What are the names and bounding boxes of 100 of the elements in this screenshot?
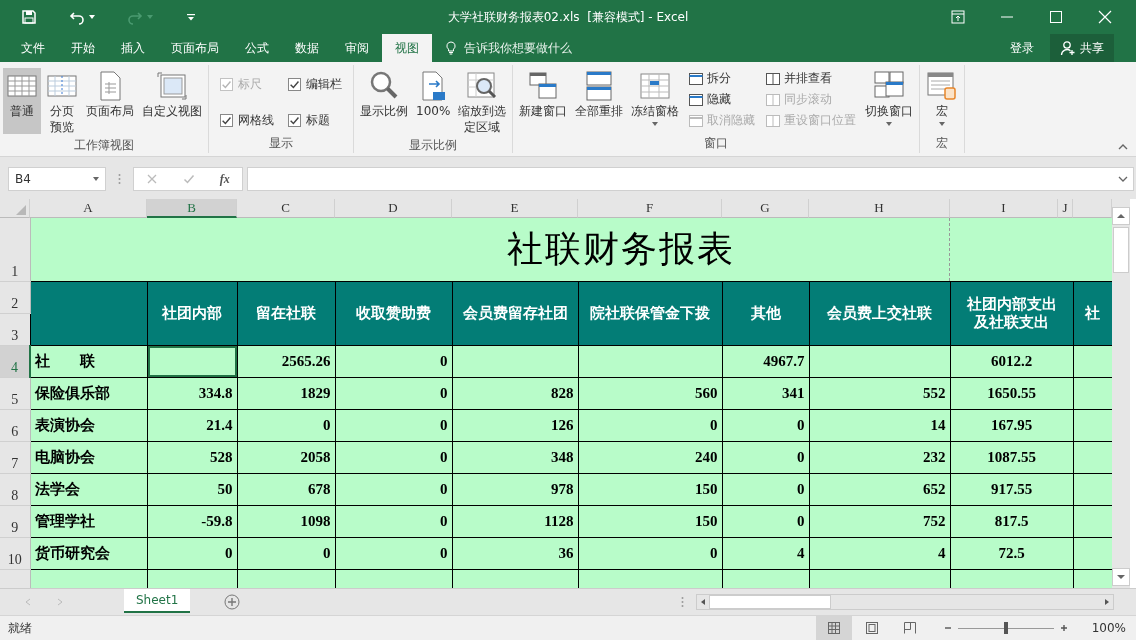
window-button[interactable]: 全部重排 (572, 68, 627, 134)
table-cell: 126 (452, 409, 578, 441)
window-title: 大学社联财务报表02.xls [兼容模式] - Excel (447, 8, 689, 26)
table-cell: 917.55 (950, 473, 1073, 505)
grip-icon[interactable] (118, 173, 121, 185)
row-number[interactable]: 9 (0, 505, 30, 537)
ribbon-tab[interactable]: 视图 (382, 34, 432, 62)
scroll-down-icon[interactable] (1112, 568, 1130, 586)
ribbon-tab[interactable]: 审阅 (332, 34, 382, 62)
person-add-icon (1060, 40, 1076, 56)
horizontal-scrollbar[interactable] (696, 594, 1114, 610)
check-icon[interactable] (183, 173, 195, 185)
table-cell: 528 (147, 441, 237, 473)
table-cell: 21.4 (147, 409, 237, 441)
caret-icon (652, 121, 659, 126)
view-button[interactable]: 分页预览 (43, 68, 81, 138)
row-number[interactable]: 1 (0, 218, 30, 281)
sheet-scroll-icon (926, 70, 959, 102)
row-number[interactable]: 7 (0, 441, 30, 473)
table-cell: 社 联 (30, 345, 147, 377)
row-number[interactable]: 6 (0, 409, 30, 441)
table-cell: 电脑协会 (30, 441, 147, 473)
table-cell: 240 (578, 441, 722, 473)
row-number[interactable]: 3 (0, 313, 30, 345)
table-cell: 0 (335, 473, 452, 505)
checkbox[interactable]: 网格线 (220, 111, 274, 129)
row-number[interactable]: 10 (0, 537, 30, 569)
grip-icon[interactable] (681, 596, 684, 608)
ribbon-tab[interactable]: 公式 (232, 34, 282, 62)
window-command[interactable]: 隐藏 (688, 91, 756, 108)
zoom-in-icon[interactable] (1059, 624, 1068, 632)
zoom-out-icon[interactable] (943, 624, 952, 632)
add-sheet-icon[interactable] (224, 594, 241, 610)
window-command[interactable]: 拆分 (688, 70, 756, 87)
share-button[interactable]: 共享 (1050, 34, 1114, 62)
view-button[interactable]: 普通 (3, 68, 41, 134)
table-cell: 0 (335, 345, 452, 377)
table-cell: 752 (809, 505, 950, 537)
window-command[interactable]: 并排查看 (765, 70, 857, 87)
expand-icon[interactable] (1118, 176, 1128, 182)
table-cell: 0 (722, 505, 809, 537)
scroll-thumb[interactable] (1113, 227, 1129, 273)
column-header[interactable]: B (147, 199, 237, 218)
checkbox[interactable]: 标题 (288, 111, 342, 129)
table-cell: 2058 (237, 441, 335, 473)
table-cell: 36 (452, 537, 578, 569)
scroll-up-icon[interactable] (1112, 207, 1130, 225)
sign-in-link[interactable]: 登录 (1010, 39, 1034, 57)
formula-field[interactable] (247, 167, 1134, 191)
freeze-panes-icon (639, 70, 672, 102)
status-text: 就绪 (8, 619, 32, 637)
table-cell: 0 (722, 441, 809, 473)
table-cell: 232 (809, 441, 950, 473)
switch-windows-button[interactable]: 切换窗口 (862, 68, 917, 134)
table-cell: 552 (809, 377, 950, 409)
table-cell: 1128 (452, 505, 578, 537)
normal-view-button[interactable] (815, 616, 852, 640)
sheet-title: 社联财务报表 (506, 228, 735, 269)
column-heading: 会员费上交社联 (809, 281, 950, 345)
page-break-icon (902, 621, 917, 635)
ribbon-tab[interactable]: 插入 (108, 34, 158, 62)
macros-button[interactable]: 宏 (923, 68, 962, 134)
row-number[interactable]: 5 (0, 377, 30, 409)
ribbon-tab[interactable]: 文件 (8, 34, 58, 62)
zoom-button[interactable]: 100% (413, 68, 454, 134)
view-button[interactable]: 自定义视图 (139, 68, 205, 134)
checkbox[interactable]: 编辑栏 (288, 76, 342, 93)
collapse-ribbon-icon[interactable] (1118, 144, 1128, 150)
table-cell: 652 (809, 473, 950, 505)
tell-me-field[interactable]: 告诉我你想要做什么 (462, 40, 626, 56)
name-box[interactable]: B4 (8, 167, 106, 191)
sheet-tab[interactable]: Sheet1 (124, 589, 191, 613)
ribbon-display-icon[interactable] (951, 10, 965, 24)
undo-icon[interactable] (69, 9, 85, 25)
table-cell: 0 (147, 537, 237, 569)
table-cell: 4 (722, 537, 809, 569)
window-button[interactable]: 冻结窗格 (628, 68, 683, 134)
caret-icon[interactable] (89, 15, 95, 19)
save-icon[interactable] (21, 9, 37, 25)
close-icon[interactable] (1098, 10, 1112, 24)
group-label: 显示比例 (408, 137, 459, 155)
column-heading: 院社联保管金下拨 (578, 281, 722, 345)
window-command-icon (688, 112, 705, 129)
ribbon-tab[interactable]: 数据 (282, 34, 332, 62)
table-cell: 保险俱乐部 (30, 377, 147, 409)
customize-icon[interactable] (187, 13, 195, 21)
table-cell: 4 (809, 537, 950, 569)
window-button[interactable]: 新建窗口 (516, 68, 571, 134)
insert-function-button[interactable]: fx (219, 171, 230, 187)
zoom-level[interactable]: 100% (1091, 621, 1126, 635)
maximize-icon[interactable] (1049, 10, 1063, 24)
row-number[interactable]: 2 (0, 281, 30, 313)
ribbon-tab[interactable]: 开始 (58, 34, 108, 62)
row-number[interactable]: 8 (0, 473, 30, 505)
zoom-button[interactable]: 缩放到选定区域 (455, 68, 510, 138)
ribbon-tab[interactable]: 页面布局 (158, 34, 232, 62)
table-cell: 560 (578, 377, 722, 409)
zoom-button[interactable]: 显示比例 (357, 68, 411, 134)
view-button[interactable]: 页面布局 (83, 68, 137, 134)
row-number[interactable]: 4 (0, 345, 30, 377)
